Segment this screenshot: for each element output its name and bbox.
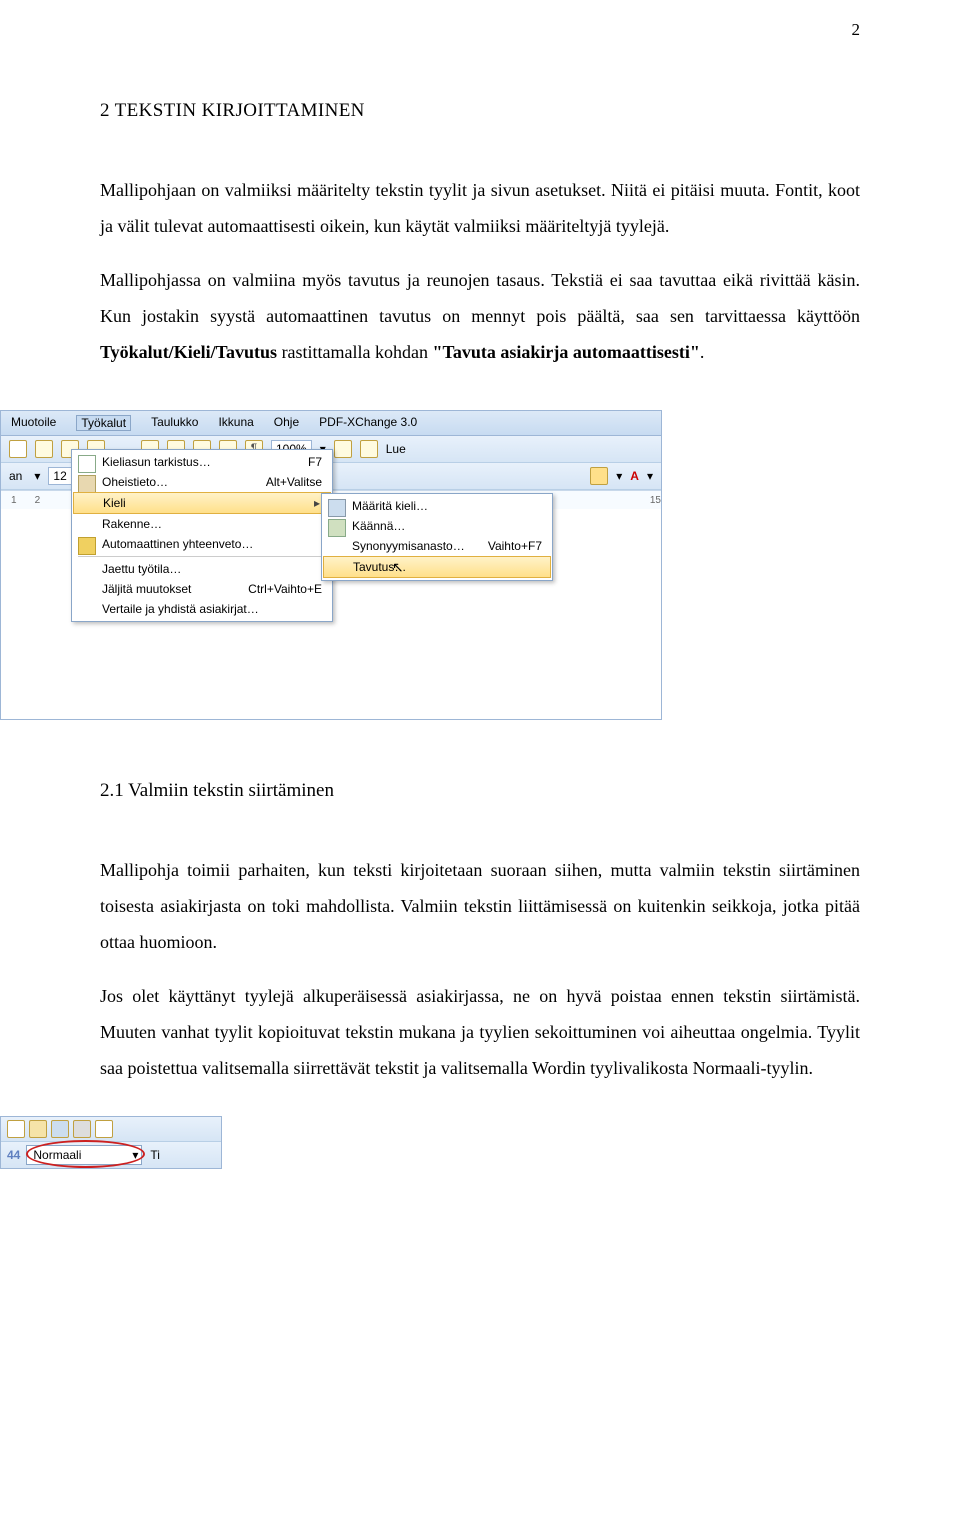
menu-item-maarita-kieli[interactable]: Määritä kieli… [322,496,552,516]
menu-item-kaanna[interactable]: Käännä… [322,516,552,536]
menu-separator [78,556,326,557]
fontsize-box[interactable]: 12 [48,467,71,485]
kieli-submenu: Määritä kieli… Käännä… Synonyymisanasto…… [321,493,553,581]
word-menu-screenshot: Muotoile Työkalut Taulukko Ikkuna Ohje P… [0,410,662,720]
an-label: an [9,469,26,483]
menu-taulukko[interactable]: Taulukko [151,415,198,431]
new-icon[interactable] [7,1120,25,1138]
auto-summary-icon [78,537,96,555]
menu-ohje[interactable]: Ohje [274,415,299,431]
ruler-mark-2: 2 [35,495,41,506]
an-dropdown-icon[interactable]: ▾ [34,469,40,483]
menu-muotoile[interactable]: Muotoile [11,415,56,431]
tools-dropdown: Kieliasun tarkistus… F7 Oheistieto… Alt+… [71,449,333,622]
menu-item-jaettu[interactable]: Jaettu työtila… [72,559,332,579]
shortcut-label: F7 [308,455,322,469]
ruler-mark-1: 1 [11,495,17,506]
shortcut-label: Vaihto+F7 [488,539,542,553]
font-num-label[interactable]: 44 [7,1148,26,1162]
paragraph-2: Mallipohjassa on valmiina myös tavutus j… [100,262,860,370]
small-toolbar [1,1117,221,1142]
shortcut-label: Ctrl+Vaihto+E [248,582,322,596]
menu-item-jaljita[interactable]: Jäljitä muutokset Ctrl+Vaihto+E [72,579,332,599]
p2-part-a: Mallipohjassa on valmiina myös tavutus j… [100,270,860,326]
help-icon[interactable] [334,440,352,458]
font-color-dropdown-icon[interactable]: ▾ [647,469,653,483]
menu-item-kieliasu[interactable]: Kieliasun tarkistus… F7 [72,452,332,472]
print-icon[interactable] [73,1120,91,1138]
menu-tyokalut[interactable]: Työkalut [76,415,131,431]
shortcut-label: Alt+Valitse [266,475,322,489]
subsection-heading: 2.1 Valmiin tekstin siirtäminen [100,780,860,802]
menu-item-vertaile[interactable]: Vertaile ja yhdistä asiakirjat… [72,599,332,619]
set-language-icon [328,499,346,517]
style-dropdown-icon[interactable]: ▾ [132,1148,138,1162]
menu-item-tavutus[interactable]: Tavutus… ↖ [323,556,551,578]
ruler-mark-15: 15 [650,495,661,506]
paragraph-4: Jos olet käyttänyt tyylejä alkuperäisess… [100,978,860,1086]
style-row: 44 Normaali ▾ Ti [1,1142,221,1168]
preview-icon[interactable] [95,1120,113,1138]
menu-pdf[interactable]: PDF-XChange 3.0 [319,415,417,431]
open-icon[interactable] [29,1120,47,1138]
read-icon[interactable] [360,440,378,458]
paragraph-3: Mallipohja toimii parhaiten, kun teksti … [100,852,860,960]
lue-label[interactable]: Lue [386,442,406,456]
translate-icon [328,519,346,537]
highlight-icon[interactable] [590,467,608,485]
menu-ikkuna[interactable]: Ikkuna [218,415,253,431]
font-color-icon[interactable]: A [630,469,639,483]
abc-check-icon[interactable] [9,440,27,458]
style-value: Normaali [33,1148,81,1162]
style-dropdown-screenshot: 44 Normaali ▾ Ti [0,1116,222,1169]
cut-icon[interactable] [35,440,53,458]
p2-part-e: . [700,342,705,362]
save-icon[interactable] [51,1120,69,1138]
style-dropdown[interactable]: Normaali ▾ [26,1145,142,1165]
ti-label: Ti [142,1148,160,1162]
menu-item-kieli[interactable]: Kieli [73,492,331,514]
menu-item-oheistieto[interactable]: Oheistieto… Alt+Valitse [72,472,332,492]
p2-option-label: "Tavuta asiakirja automaattisesti" [433,342,700,362]
section-heading: 2 TEKSTIN KIRJOITTAMINEN [100,100,860,122]
menu-item-synonyymit[interactable]: Synonyymisanasto… Vaihto+F7 [322,536,552,556]
menu-item-rakenne[interactable]: Rakenne… [72,514,332,534]
p2-menu-path: Työkalut/Kieli/Tavutus [100,342,277,362]
paragraph-1: Mallipohjaan on valmiiksi määritelty tek… [100,172,860,244]
spellcheck-icon [78,455,96,473]
menu-item-autoyhteenveto[interactable]: Automaattinen yhteenveto… [72,534,332,554]
page-number: 2 [852,20,861,40]
p2-part-c: rastittamalla kohdan [277,342,432,362]
menubar: Muotoile Työkalut Taulukko Ikkuna Ohje P… [1,411,661,436]
research-icon [78,475,96,493]
highlight-dropdown-icon[interactable]: ▾ [616,469,622,483]
